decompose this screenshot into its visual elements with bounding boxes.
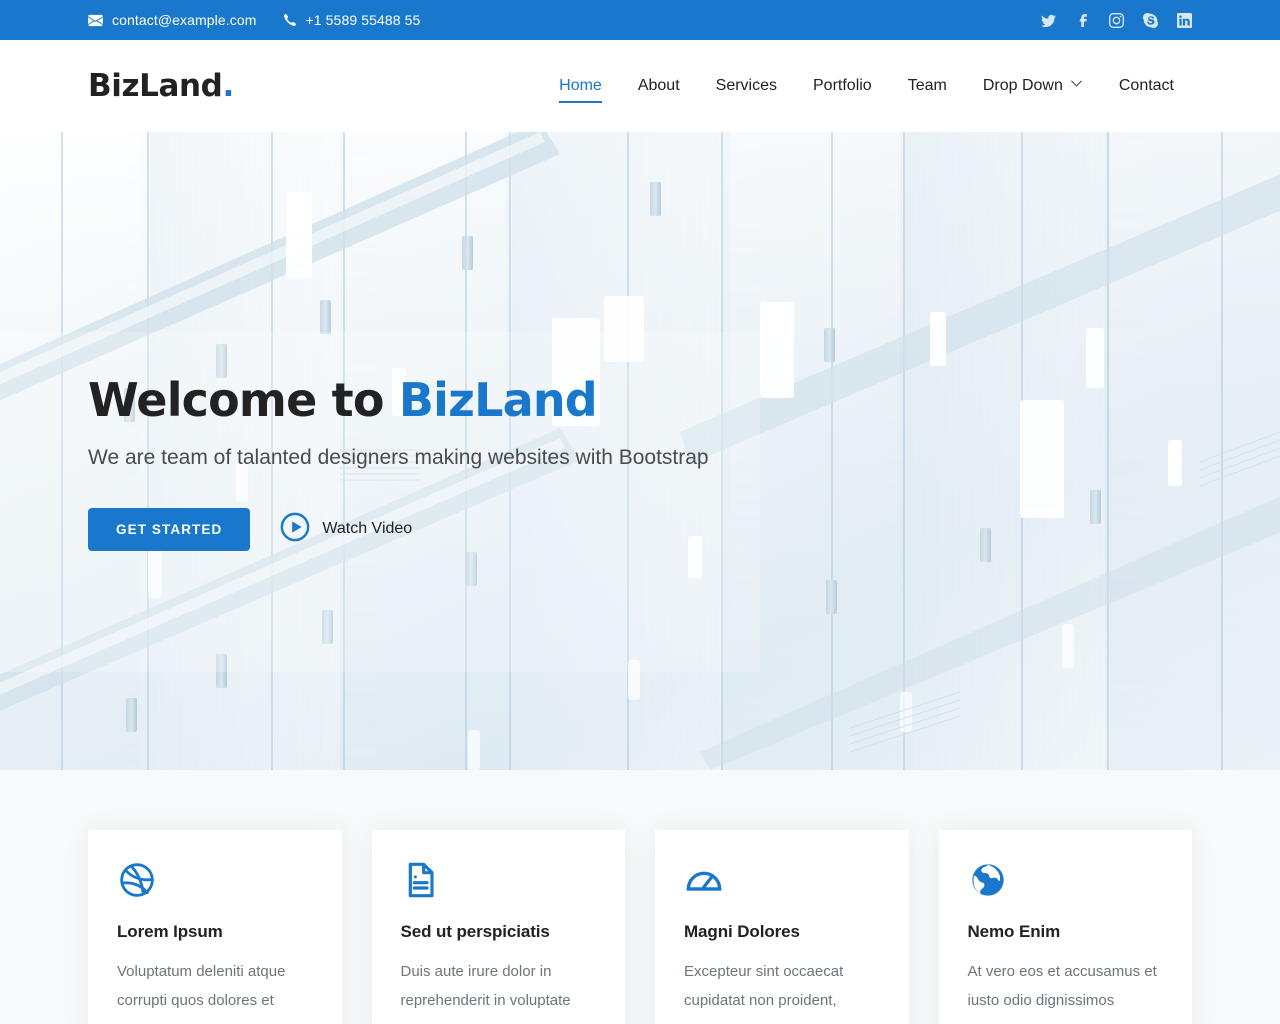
feature-card[interactable]: Lorem Ipsum Voluptatum deleniti atque co… bbox=[88, 830, 342, 1024]
feature-card-text: Voluptatum deleniti atque corrupti quos … bbox=[117, 963, 286, 1009]
featured-services-section: Lorem Ipsum Voluptatum deleniti atque co… bbox=[0, 770, 1280, 1024]
topbar-social-group bbox=[1041, 12, 1192, 28]
feature-card-text: Excepteur sint occaecat cupidatat non pr… bbox=[684, 963, 844, 1009]
nav-item-drop-down[interactable]: Drop Down bbox=[965, 67, 1101, 105]
nav-label-services: Services bbox=[715, 77, 777, 94]
topbar: contact@example.com +1 5589 55488 55 bbox=[0, 0, 1280, 40]
file-document-icon bbox=[401, 860, 596, 900]
hero-title: Welcome to BizLand bbox=[88, 373, 1192, 428]
play-circle-icon bbox=[280, 512, 310, 547]
nav-label-portfolio: Portfolio bbox=[813, 77, 872, 94]
nav-item-services[interactable]: Services bbox=[698, 67, 795, 105]
feature-cards-grid: Lorem Ipsum Voluptatum deleniti atque co… bbox=[88, 830, 1192, 1024]
feature-card[interactable]: Magni Dolores Excepteur sint occaecat cu… bbox=[655, 830, 909, 1024]
hero-section: Welcome to BizLand We are team of talant… bbox=[0, 132, 1280, 770]
hero-content: Welcome to BizLand We are team of talant… bbox=[0, 132, 1280, 770]
feature-card-text: At vero eos et accusamus et iusto odio d… bbox=[967, 963, 1157, 1009]
phone-icon bbox=[283, 13, 297, 27]
nav-label-team: Team bbox=[907, 77, 947, 94]
chevron-down-icon bbox=[1070, 77, 1083, 95]
speedometer-icon bbox=[684, 860, 879, 900]
watch-video-label: Watch Video bbox=[322, 520, 413, 538]
topbar-phone-text: +1 5589 55488 55 bbox=[305, 12, 421, 28]
main-navigation: Home About Services Portfolio Team Drop … bbox=[541, 67, 1192, 105]
skype-icon[interactable] bbox=[1143, 12, 1158, 28]
get-started-button[interactable]: GET STARTED bbox=[88, 507, 251, 551]
feature-card-title: Nemo Enim bbox=[967, 922, 1061, 941]
nav-item-contact[interactable]: Contact bbox=[1101, 67, 1192, 105]
logo-dot: . bbox=[222, 67, 234, 104]
hero-title-plain: Welcome to bbox=[88, 373, 399, 428]
instagram-icon[interactable] bbox=[1109, 12, 1124, 28]
nav-item-team[interactable]: Team bbox=[890, 67, 965, 105]
topbar-contact-group: contact@example.com +1 5589 55488 55 bbox=[88, 12, 420, 28]
feature-card-title: Magni Dolores bbox=[684, 922, 800, 941]
nav-label-drop-down: Drop Down bbox=[982, 77, 1063, 94]
topbar-phone-link[interactable]: +1 5589 55488 55 bbox=[283, 12, 421, 28]
hero-actions: GET STARTED Watch Video bbox=[88, 507, 1192, 551]
nav-label-home: Home bbox=[559, 77, 602, 94]
nav-item-home[interactable]: Home bbox=[541, 67, 620, 105]
watch-video-link[interactable]: Watch Video bbox=[280, 512, 412, 547]
feature-card-title: Sed ut perspiciatis bbox=[400, 922, 550, 941]
twitter-icon[interactable] bbox=[1041, 13, 1056, 28]
feature-card-text: Duis aute irure dolor in reprehenderit i… bbox=[400, 963, 571, 1009]
topbar-email-link[interactable]: contact@example.com bbox=[88, 12, 257, 28]
dribbble-icon bbox=[117, 860, 312, 900]
feature-card[interactable]: Sed ut perspiciatis Duis aute irure dolo… bbox=[371, 830, 625, 1024]
nav-label-about: About bbox=[637, 77, 680, 94]
logo-text: BizLand bbox=[88, 67, 223, 104]
nav-item-about[interactable]: About bbox=[620, 67, 698, 105]
feature-card-title: Lorem Ipsum bbox=[117, 922, 223, 941]
linkedin-icon[interactable] bbox=[1177, 12, 1192, 28]
hero-title-accent: BizLand bbox=[398, 373, 598, 428]
feature-card[interactable]: Nemo Enim At vero eos et accusamus et iu… bbox=[938, 830, 1192, 1024]
facebook-icon[interactable] bbox=[1075, 13, 1090, 28]
envelope-icon bbox=[88, 13, 103, 28]
nav-label-contact: Contact bbox=[1118, 77, 1174, 94]
site-logo[interactable]: BizLand. bbox=[88, 67, 234, 104]
nav-item-portfolio[interactable]: Portfolio bbox=[795, 67, 890, 105]
topbar-email-text: contact@example.com bbox=[112, 12, 257, 28]
site-header: BizLand. Home About Services Portfolio T… bbox=[0, 40, 1280, 132]
hero-subtitle: We are team of talanted designers making… bbox=[88, 445, 709, 469]
globe-icon bbox=[968, 860, 1163, 900]
